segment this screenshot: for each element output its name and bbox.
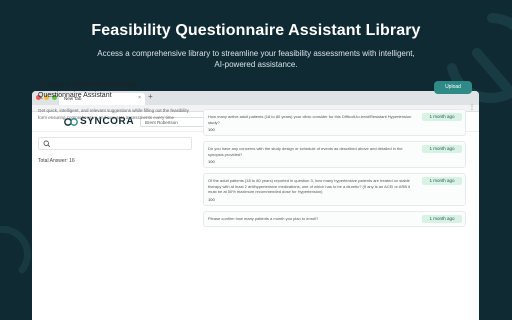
time-badge: 1 month ago	[422, 214, 462, 223]
question-text: How many active adult patients (18 to 80…	[208, 114, 412, 125]
page-description: Get quick, intelligent, and relevant sug…	[38, 108, 189, 120]
upload-button[interactable]: Upload	[434, 81, 472, 94]
search-icon	[43, 140, 51, 148]
answer-count: 100	[208, 127, 215, 132]
answer-count: 100	[208, 159, 215, 164]
background-accent-mark	[0, 225, 31, 274]
question-card[interactable]: Do you have any concerns with the study …	[203, 141, 466, 168]
total-answer-count: Total Answer: 16	[38, 158, 75, 164]
time-badge: 1 month ago	[422, 113, 462, 121]
question-card[interactable]: Of the adult patients (18 to 80 years) r…	[203, 173, 466, 206]
question-card[interactable]: Please confirm how many patients a month…	[203, 210, 466, 227]
time-badge: 1 month ago	[422, 177, 462, 185]
question-text: Of the adult patients (18 to 80 years) r…	[208, 178, 411, 194]
question-text: Do you have any concerns with the study …	[208, 146, 403, 157]
time-badge: 1 month ago	[422, 145, 462, 153]
question-list: How many active adult patients (18 to 80…	[203, 109, 466, 232]
question-text: Please confirm how many patients a month…	[208, 215, 319, 221]
app-content: Discover AI-Powered Feasibility Question…	[32, 0, 479, 320]
answer-count: 100	[208, 196, 215, 202]
question-card[interactable]: How many active adult patients (18 to 80…	[203, 109, 466, 136]
page-title: Discover AI-Powered Feasibility Question…	[38, 82, 137, 99]
search-input[interactable]	[38, 137, 192, 150]
